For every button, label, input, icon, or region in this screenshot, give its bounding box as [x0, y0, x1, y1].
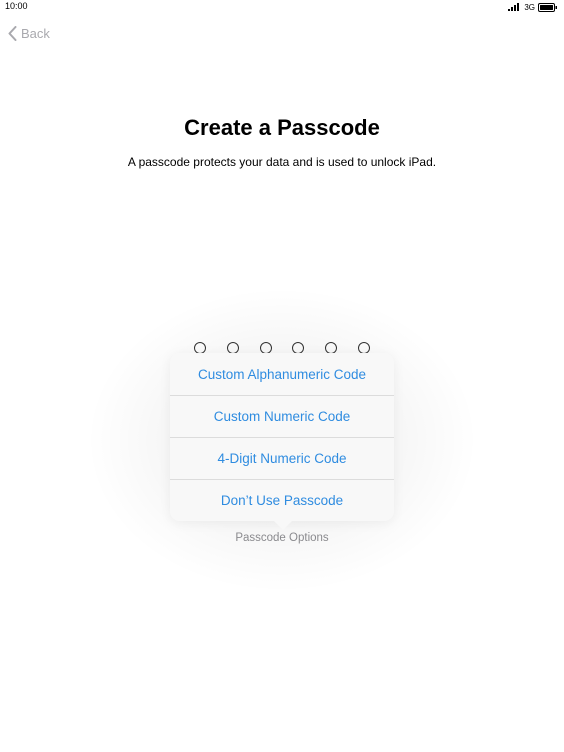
- passcode-options-popover: Custom Alphanumeric Code Custom Numeric …: [170, 353, 394, 521]
- chevron-left-icon: [8, 25, 17, 41]
- option-4-digit-numeric[interactable]: 4-Digit Numeric Code: [170, 437, 394, 479]
- status-time: 10:00: [5, 1, 28, 11]
- option-custom-alphanumeric[interactable]: Custom Alphanumeric Code: [170, 353, 394, 395]
- battery-icon: [538, 2, 557, 12]
- page-title: Create a Passcode: [184, 115, 380, 140]
- passcode-options-button[interactable]: Passcode Options: [0, 532, 564, 544]
- back-label: Back: [21, 25, 50, 41]
- status-bar: 10:00 3G: [0, 0, 564, 14]
- signal-icon: [508, 3, 520, 11]
- status-indicators: 3G: [508, 2, 558, 12]
- network-label: 3G: [524, 2, 535, 12]
- option-dont-use-passcode[interactable]: Don’t Use Passcode: [170, 479, 394, 521]
- popover-arrow: [274, 521, 292, 530]
- back-button[interactable]: Back: [8, 24, 50, 42]
- page-subtitle: A passcode protects your data and is use…: [127, 155, 437, 169]
- option-custom-numeric[interactable]: Custom Numeric Code: [170, 395, 394, 437]
